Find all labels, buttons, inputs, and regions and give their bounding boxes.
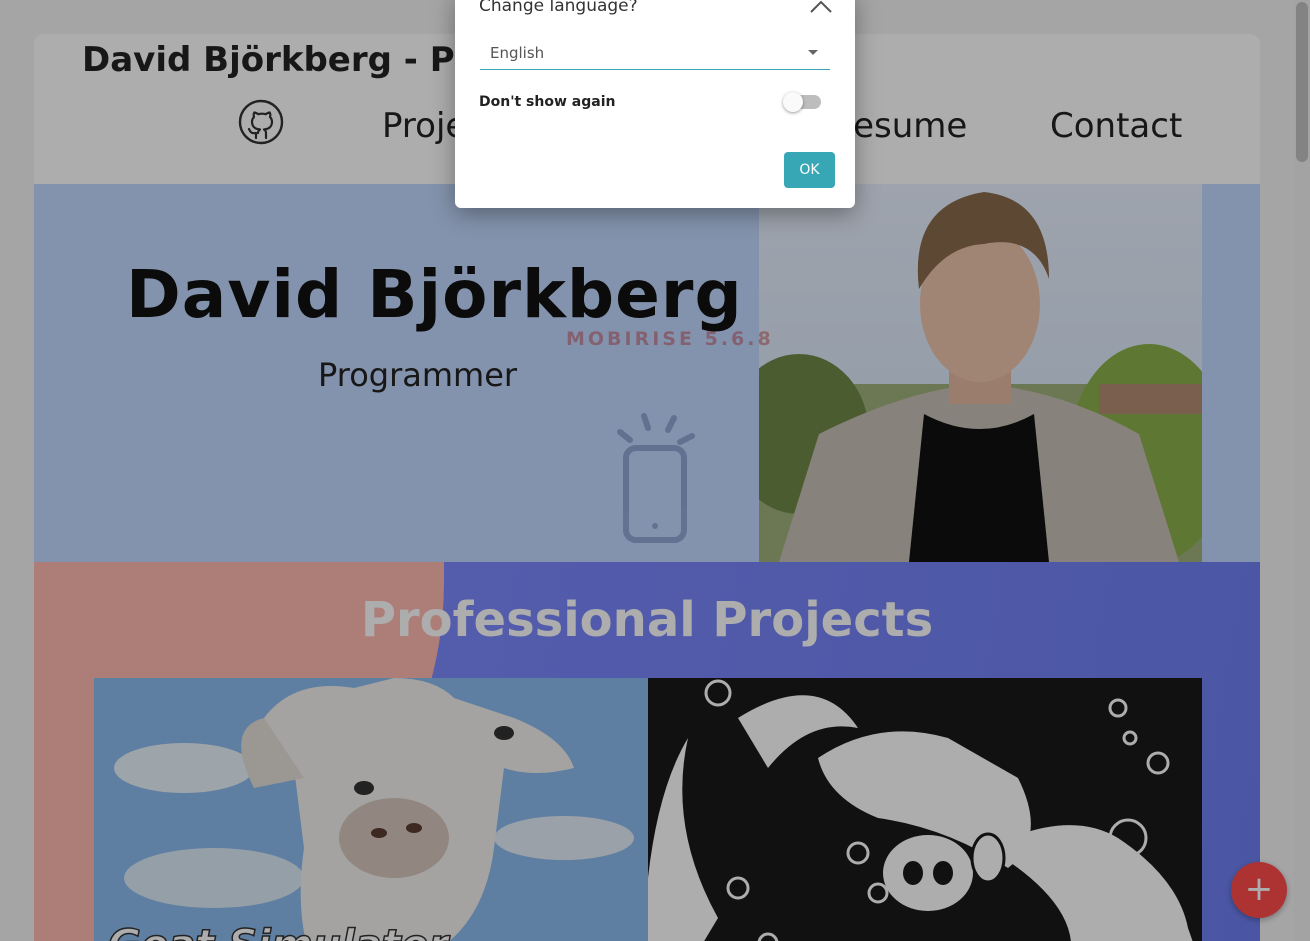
dialog-title: Change language? — [479, 0, 638, 16]
dont-show-again-label: Don't show again — [479, 94, 616, 110]
dont-show-again-toggle[interactable] — [783, 92, 821, 112]
page: David Björkberg - Portf Proje Resume Con… — [0, 0, 1310, 941]
language-select-value: English — [490, 44, 545, 62]
caret-down-icon — [808, 50, 818, 55]
ok-button[interactable]: OK — [784, 152, 835, 188]
toggle-knob — [783, 92, 803, 112]
language-select[interactable]: English — [480, 38, 830, 70]
chevron-up-icon[interactable] — [807, 0, 835, 22]
change-language-dialog: Change language? English Don't show agai… — [455, 0, 855, 208]
